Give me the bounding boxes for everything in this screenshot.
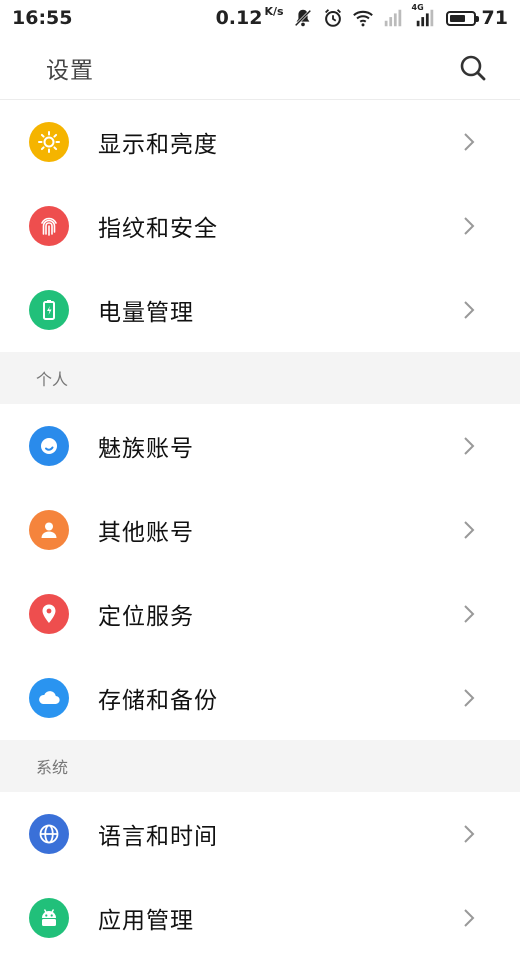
- settings-list: 显示和亮度 指纹和安全 电量管理 个人 魅族账号 其他账号 定位服务 存储和备份…: [0, 100, 520, 960]
- chevron-right-icon: [464, 521, 475, 539]
- settings-item-location[interactable]: 定位服务: [0, 572, 520, 656]
- settings-item-other-accounts[interactable]: 其他账号: [0, 488, 520, 572]
- section-header-personal: 个人: [0, 352, 520, 404]
- chevron-right-icon: [464, 909, 475, 927]
- settings-item-battery[interactable]: 电量管理: [0, 268, 520, 352]
- chevron-right-icon: [464, 605, 475, 623]
- fingerprint-icon: [29, 206, 69, 246]
- settings-item-label: 语言和时间: [98, 824, 218, 850]
- sun-icon: [29, 122, 69, 162]
- signal-4g-icon: 4G: [412, 3, 438, 29]
- signal-weak-icon: [384, 9, 401, 27]
- time-text: 16:55: [12, 7, 73, 29]
- chevron-right-icon: [464, 133, 475, 151]
- person-icon: [29, 510, 69, 550]
- settings-item-label: 定位服务: [98, 604, 194, 630]
- account-circle-icon: [29, 426, 69, 466]
- chevron-right-icon: [464, 217, 475, 235]
- page-title: 设置: [46, 57, 94, 84]
- chevron-right-icon: [464, 689, 475, 707]
- chevron-right-icon: [464, 437, 475, 455]
- battery-indicator: 71: [445, 7, 508, 29]
- section-title: 系统: [36, 758, 69, 777]
- alarm-clock-icon: [324, 9, 341, 27]
- settings-item-label: 电量管理: [98, 300, 194, 326]
- wifi-icon: [352, 10, 373, 27]
- globe-icon: [29, 814, 69, 854]
- section-header-system: 系统: [0, 740, 520, 792]
- battery-icon: [29, 290, 69, 330]
- chevron-right-icon: [464, 301, 475, 319]
- status-bar: 16:55 0.12 K/s 4G 71: [0, 0, 520, 36]
- settings-item-fingerprint[interactable]: 指纹和安全: [0, 184, 520, 268]
- android-icon: [29, 898, 69, 938]
- settings-item-label: 显示和亮度: [98, 132, 218, 158]
- settings-item-label: 其他账号: [98, 520, 194, 546]
- settings-item-storage-backup[interactable]: 存储和备份: [0, 656, 520, 740]
- settings-item-language-time[interactable]: 语言和时间: [0, 792, 520, 876]
- battery-icon: [445, 10, 479, 26]
- network-speed: 0.12 K/s: [215, 5, 284, 29]
- chevron-right-icon: [464, 825, 475, 843]
- settings-item-label: 存储和备份: [98, 688, 218, 714]
- settings-item-meizu-account[interactable]: 魅族账号: [0, 404, 520, 488]
- section-title: 个人: [36, 370, 69, 389]
- search-button[interactable]: [458, 53, 488, 83]
- settings-item-app-management[interactable]: 应用管理: [0, 876, 520, 960]
- status-time: 16:55: [12, 7, 72, 29]
- location-pin-icon: [29, 594, 69, 634]
- app-bar: 设置: [0, 36, 520, 100]
- settings-item-label: 应用管理: [98, 908, 194, 934]
- mute-bell-icon: [294, 9, 311, 27]
- settings-item-label: 魅族账号: [98, 436, 194, 462]
- search-icon: [460, 55, 486, 80]
- settings-item-display[interactable]: 显示和亮度: [0, 100, 520, 184]
- settings-item-label: 指纹和安全: [98, 216, 218, 242]
- cloud-icon: [29, 678, 69, 718]
